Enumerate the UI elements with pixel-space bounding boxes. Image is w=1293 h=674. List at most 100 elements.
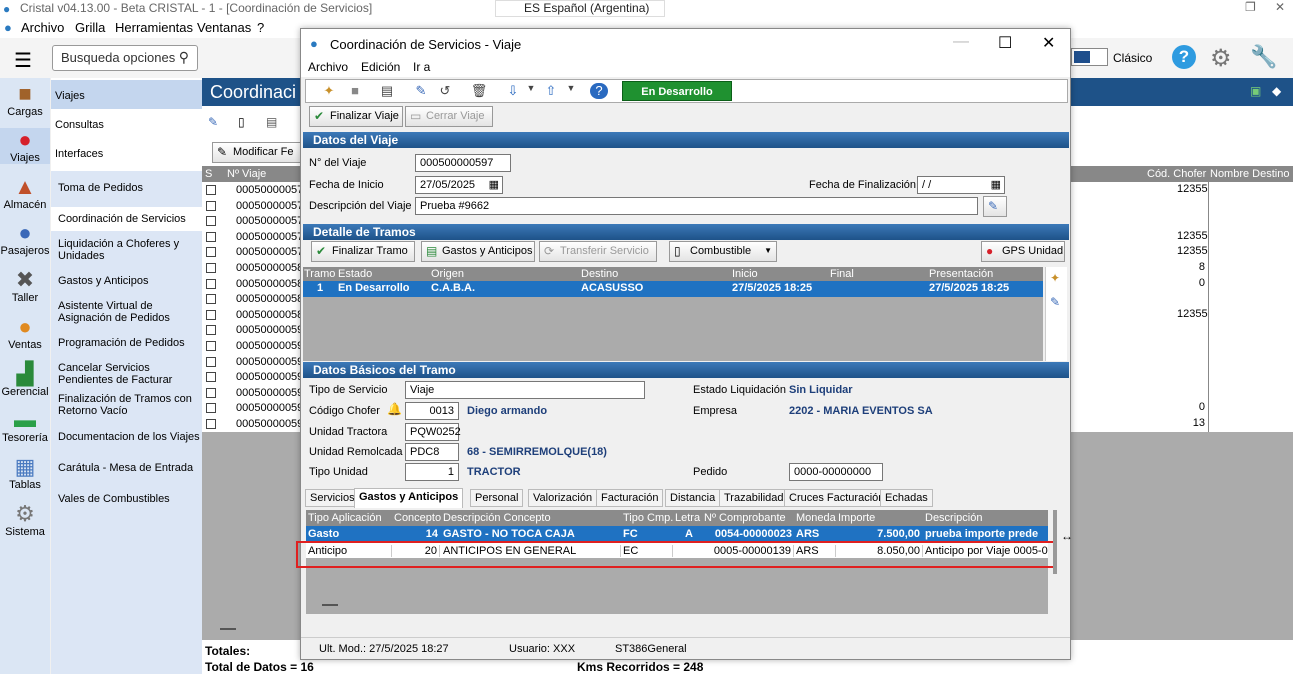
row-checkbox[interactable]	[206, 356, 216, 367]
tipo-unidad-field[interactable]: 1	[405, 463, 459, 481]
row-checkbox[interactable]	[206, 419, 216, 429]
grid-scrollbar[interactable]	[1053, 510, 1057, 574]
tab-echadas[interactable]: Echadas	[880, 489, 933, 507]
pin-icon[interactable]: ◆	[1272, 84, 1281, 98]
sub-programacion[interactable]: Programación de Pedidos	[51, 337, 202, 349]
tab-cruces-facturacion[interactable]: Cruces Facturación	[784, 489, 890, 507]
scroll-handle[interactable]	[322, 604, 338, 606]
menu-ventanas[interactable]: Ventanas	[197, 20, 251, 35]
dropdown-down-icon[interactable]: ▼	[522, 83, 540, 99]
tab-personal[interactable]: Personal	[470, 489, 524, 507]
new-icon[interactable]: ✦	[320, 83, 338, 99]
sub-coordinacion[interactable]: Coordinación de Servicios	[51, 207, 202, 231]
bell-icon[interactable]: 🔔	[387, 402, 402, 416]
sub-toma-pedidos[interactable]: Toma de Pedidos	[51, 182, 202, 194]
pedido-field[interactable]: 0000-00000000	[789, 463, 883, 481]
row-checkbox[interactable]	[206, 231, 216, 242]
sub-gastos[interactable]: Gastos y Anticipos	[51, 275, 202, 287]
tab-gastos-anticipos[interactable]: Gastos y Anticipos	[354, 488, 464, 508]
calendar-icon[interactable]: ▦	[991, 178, 1001, 191]
row-checkbox[interactable]	[206, 403, 216, 414]
new-tramo-icon[interactable]: ✦	[1050, 271, 1060, 285]
descripcion-field[interactable]: Prueba #9662	[415, 197, 978, 215]
nav-tesoreria[interactable]: ▬ Tesorería	[0, 408, 50, 445]
tab-valorizacion[interactable]: Valorización	[528, 489, 598, 507]
sub-asistente[interactable]: Asistente Virtual de Asignación de Pedid…	[51, 300, 202, 324]
menu-archivo[interactable]: Archivo	[21, 20, 64, 35]
dlg-menu-archivo[interactable]: Archivo	[308, 60, 348, 74]
tab-trazabilidad[interactable]: Trazabilidad	[719, 489, 789, 507]
gasto-row[interactable]: Gasto 14 GASTO - NO TOCA CAJA FC A 0054-…	[306, 526, 1048, 542]
nav-almacen[interactable]: ▲ Almacén	[0, 175, 50, 212]
sec-consultas[interactable]: Consultas	[51, 109, 202, 138]
theme-toggle[interactable]	[1071, 48, 1108, 66]
row-checkbox[interactable]	[206, 247, 216, 258]
sub-finalizacion[interactable]: Finalización de Tramos con Retorno Vacío	[51, 393, 202, 417]
row-checkbox[interactable]	[206, 294, 216, 305]
search-input[interactable]: Busqueda opciones ⚲	[52, 45, 198, 71]
row-checkbox[interactable]	[206, 387, 216, 398]
undo-icon[interactable]: ↺	[436, 83, 454, 99]
row-checkbox[interactable]	[206, 263, 216, 273]
delete-icon[interactable]: 🗑	[470, 83, 488, 99]
cerrar-viaje-button[interactable]: ▭ Cerrar Viaje	[405, 106, 493, 127]
dropdown-up-icon[interactable]: ▼	[562, 83, 580, 99]
calendar-icon[interactable]: ▦	[489, 178, 499, 191]
fecha-inicio-field[interactable]: 27/05/2025 ▦	[415, 176, 503, 194]
menu-grilla[interactable]: Grilla	[75, 20, 105, 35]
arrow-down-icon[interactable]: ⇩	[504, 83, 522, 99]
nviaje-field[interactable]: 000500000597	[415, 154, 511, 172]
edit-tramo-icon[interactable]: ✎	[1050, 295, 1060, 309]
print-icon[interactable]: ▤	[266, 115, 277, 129]
arrow-up-icon[interactable]: ⇧	[542, 83, 560, 99]
gps-unidad-button[interactable]: ● GPS Unidad	[981, 241, 1065, 262]
restore-icon[interactable]: ❐	[1245, 0, 1256, 14]
sub-cancelar[interactable]: Cancelar Servicios Pendientes de Factura…	[51, 362, 202, 386]
menu-herramientas[interactable]: Herramientas	[115, 20, 193, 35]
finalizar-viaje-button[interactable]: ✔ Finalizar Viaje	[309, 106, 403, 127]
nav-pasajeros[interactable]: ● Pasajeros	[0, 221, 50, 258]
menu-help[interactable]: ?	[257, 20, 264, 35]
close-icon[interactable]: ✕	[1275, 0, 1285, 14]
sub-liquidacion[interactable]: Liquidación a Choferes y Unidades	[51, 238, 202, 262]
help-icon[interactable]: ?	[1172, 45, 1196, 69]
tipo-servicio-field[interactable]: Viaje	[405, 381, 645, 399]
edit-desc-button[interactable]: ✎	[983, 196, 1007, 217]
sub-caratula[interactable]: Carátula - Mesa de Entrada	[51, 462, 202, 474]
sec-viajes[interactable]: Viajes	[51, 80, 202, 109]
row-checkbox[interactable]	[206, 325, 216, 336]
tab-distancia[interactable]: Distancia	[665, 489, 721, 507]
app-menu-icon[interactable]: ●	[4, 20, 12, 35]
save-icon[interactable]: ■	[346, 83, 364, 99]
print-icon[interactable]: ▤	[378, 83, 396, 99]
tab-facturacion[interactable]: Facturación	[596, 489, 664, 507]
nav-gerencial[interactable]: ▟ Gerencial	[0, 362, 50, 399]
row-checkbox[interactable]	[206, 341, 216, 351]
transferir-servicio-button[interactable]: ⟳ Transferir Servicio	[539, 241, 657, 262]
row-checkbox[interactable]	[206, 200, 216, 211]
dlg-menu-ira[interactable]: Ir a	[413, 60, 430, 74]
nav-sistema[interactable]: ⚙ Sistema	[0, 502, 50, 539]
tramo-row[interactable]: 1 En Desarrollo C.A.B.A. ACASUSSO 27/5/2…	[303, 281, 1043, 297]
tab-servicios[interactable]: Servicios	[305, 489, 360, 507]
nav-tablas[interactable]: ▦ Tablas	[0, 455, 50, 492]
edit-icon[interactable]: ✎	[412, 83, 430, 99]
help-icon[interactable]: ?	[590, 83, 608, 99]
sec-interfaces[interactable]: Interfaces	[51, 138, 202, 167]
unidad-remolcada-field[interactable]: PDC8	[405, 443, 459, 461]
row-checkbox[interactable]	[206, 216, 216, 227]
nav-viajes[interactable]: ● Viajes	[0, 128, 50, 164]
finalizar-tramo-button[interactable]: ✔ Finalizar Tramo	[311, 241, 415, 262]
edit-icon[interactable]: ✎	[208, 115, 218, 129]
hamburger-icon[interactable]: ☰	[14, 48, 32, 73]
nav-cargas[interactable]: ■ Cargas	[0, 82, 50, 119]
wrench-icon[interactable]: 🔧	[1250, 44, 1277, 70]
sub-vales[interactable]: Vales de Combustibles	[51, 493, 202, 505]
gastos-anticipos-button[interactable]: ▤ Gastos y Anticipos	[421, 241, 535, 262]
combustible-dropdown[interactable]: ▯ Combustible ▼	[669, 241, 777, 262]
codigo-chofer-field[interactable]: 0013	[405, 402, 459, 420]
sub-documentacion[interactable]: Documentacion de los Viajes	[51, 431, 202, 443]
dlg-menu-edicion[interactable]: Edición	[361, 60, 400, 74]
export-icon[interactable]: ▣	[1250, 84, 1261, 98]
new-doc-icon[interactable]: ▯	[238, 115, 245, 129]
